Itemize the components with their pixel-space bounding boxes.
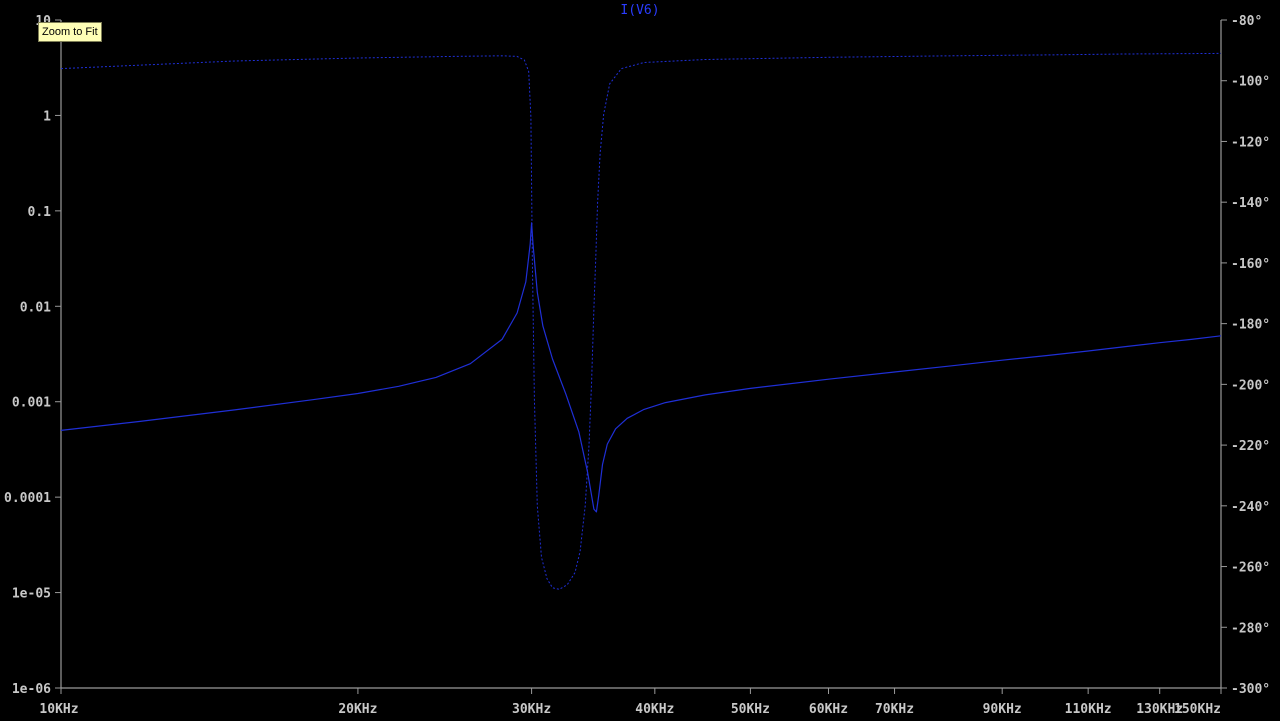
y-left-tick-label: 0.1 <box>28 205 52 220</box>
phase-trace[interactable] <box>60 52 1222 590</box>
x-tick-label: 60KHz <box>809 702 848 717</box>
bode-plot[interactable]: 10KHz 20KHz 30KHz 40KHz 50KHz 60KHz 70KHz 90KHz… <box>0 0 1280 721</box>
y-left-tick-label: 1e-06 <box>12 682 51 697</box>
x-tick-label: 30KHz <box>512 702 551 717</box>
x-tick-label: 70KHz <box>875 702 914 717</box>
x-tick-label: 150KHz <box>1174 702 1221 717</box>
plot-frame <box>60 20 1222 689</box>
left-y-axis: 1010.10.010.0010.00011e-051e-06 <box>4 14 61 697</box>
y-right-tick-label: -280° <box>1231 621 1270 636</box>
magnitude-trace[interactable] <box>60 222 1222 513</box>
trace-layer <box>60 52 1222 590</box>
x-tick-label: 40KHz <box>635 702 674 717</box>
x-tick-label: 50KHz <box>731 702 770 717</box>
y-right-tick-label: -200° <box>1231 378 1270 393</box>
y-left-tick-label: 1 <box>43 109 51 124</box>
x-axis: 10KHz 20KHz 30KHz 40KHz 50KHz 60KHz 70KHz 90KHz… <box>39 688 1222 717</box>
y-right-tick-label: -240° <box>1231 500 1270 515</box>
y-left-tick-label: 0.0001 <box>4 491 51 506</box>
y-right-tick-label: -80° <box>1231 14 1262 29</box>
right-y-axis: -80° -100° -120° -140° -160° -180° -200° -220° -… <box>1221 14 1270 697</box>
y-right-tick-label: -160° <box>1231 257 1270 272</box>
x-tick-label: 90KHz <box>983 702 1022 717</box>
zoom-to-fit-tooltip: Zoom to Fit <box>38 22 102 42</box>
y-right-tick-label: -300° <box>1231 682 1270 697</box>
x-tick-label: 20KHz <box>338 702 377 717</box>
y-right-tick-label: -260° <box>1231 561 1270 576</box>
y-left-tick-label: 1e-05 <box>12 587 51 602</box>
y-left-tick-label: 0.001 <box>12 396 51 411</box>
trace-title[interactable]: I(V6) <box>620 3 659 18</box>
y-left-tick-label: 0.01 <box>20 300 51 315</box>
x-tick-label: 10KHz <box>39 702 78 717</box>
x-tick-label: 110KHz <box>1065 702 1112 717</box>
y-right-tick-label: -120° <box>1231 135 1270 150</box>
y-right-tick-label: -180° <box>1231 318 1270 333</box>
y-right-tick-label: -100° <box>1231 75 1270 90</box>
y-right-tick-label: -220° <box>1231 439 1270 454</box>
y-right-tick-label: -140° <box>1231 196 1270 211</box>
